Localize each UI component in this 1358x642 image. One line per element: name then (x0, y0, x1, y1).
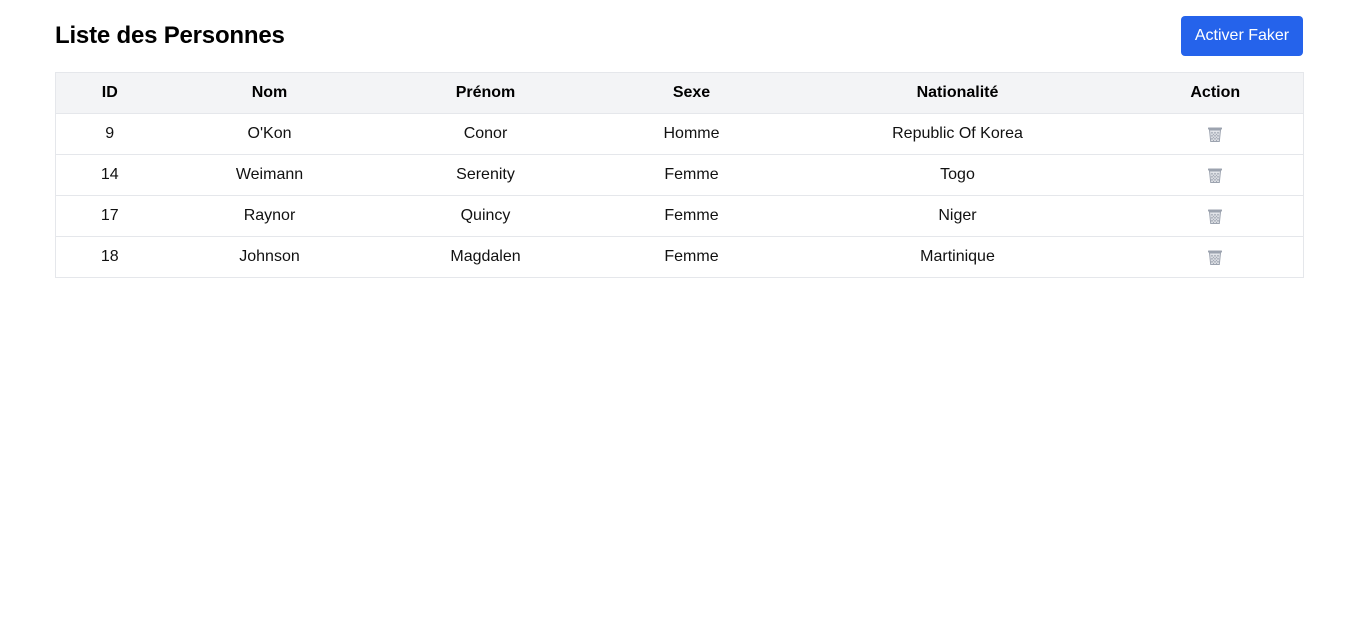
cell-nationalite: Martinique (787, 236, 1128, 278)
table-body: 9 O'Kon Conor Homme Republic Of Korea 14 Weima… (55, 113, 1304, 278)
column-header-id: ID (55, 72, 164, 114)
cell-id: 18 (55, 236, 164, 278)
cell-id: 9 (55, 113, 164, 155)
cell-id: 17 (55, 195, 164, 237)
column-header-nom: Nom (163, 72, 376, 114)
persons-table: ID Nom Prénom Sexe Nationalité Action 9O… (55, 72, 1304, 278)
trash-icon[interactable] (1206, 248, 1224, 266)
cell-action (1127, 113, 1304, 155)
column-header-action: Action (1127, 72, 1304, 114)
page-title: Liste des Personnes (55, 22, 285, 49)
cell-sexe: Femme (595, 154, 788, 196)
persons-table-container: ID Nom Prénom Sexe Nationalité Action 9O… (55, 72, 1304, 278)
cell-nom: O'Kon (163, 113, 376, 155)
cell-action (1127, 236, 1304, 278)
cell-prenom: Magdalen (375, 236, 596, 278)
table-row: 9 O'Kon Conor Homme Republic Of Korea (55, 113, 1304, 155)
column-header-sexe: Sexe (595, 72, 788, 114)
trash-icon[interactable] (1206, 207, 1224, 225)
cell-action (1127, 154, 1304, 196)
column-header-prenom: Prénom (375, 72, 596, 114)
activate-faker-button[interactable]: Activer Faker (1181, 16, 1303, 56)
cell-id: 14 (55, 154, 164, 196)
cell-nationalite: Togo (787, 154, 1128, 196)
trash-icon[interactable] (1206, 166, 1224, 184)
page: Liste des Personnes Activer Faker ID Nom… (0, 0, 1358, 642)
cell-sexe: Femme (595, 236, 788, 278)
cell-action (1127, 195, 1304, 237)
trash-icon[interactable] (1206, 125, 1224, 143)
table-header: ID Nom Prénom Sexe Nationalité Action (55, 72, 1304, 114)
table-row: 14 Weimann Serenity Femme Togo (55, 154, 1304, 196)
cell-nom: Johnson (163, 236, 376, 278)
table-row: 18 Johnson Magdalen Femme Martinique (55, 236, 1304, 278)
page-header: Liste des Personnes Activer Faker (55, 16, 1303, 56)
cell-nationalite: Republic Of Korea (787, 113, 1128, 155)
cell-nom: Weimann (163, 154, 376, 196)
cell-nom: Raynor (163, 195, 376, 237)
cell-prenom: Serenity (375, 154, 596, 196)
column-header-nationalite: Nationalité (787, 72, 1128, 114)
table-header-row: ID Nom Prénom Sexe Nationalité Action (55, 72, 1304, 114)
cell-prenom: Quincy (375, 195, 596, 237)
table-row: 17 Raynor Quincy Femme Niger (55, 195, 1304, 237)
cell-sexe: Femme (595, 195, 788, 237)
cell-nationalite: Niger (787, 195, 1128, 237)
cell-prenom: Conor (375, 113, 596, 155)
cell-sexe: Homme (595, 113, 788, 155)
